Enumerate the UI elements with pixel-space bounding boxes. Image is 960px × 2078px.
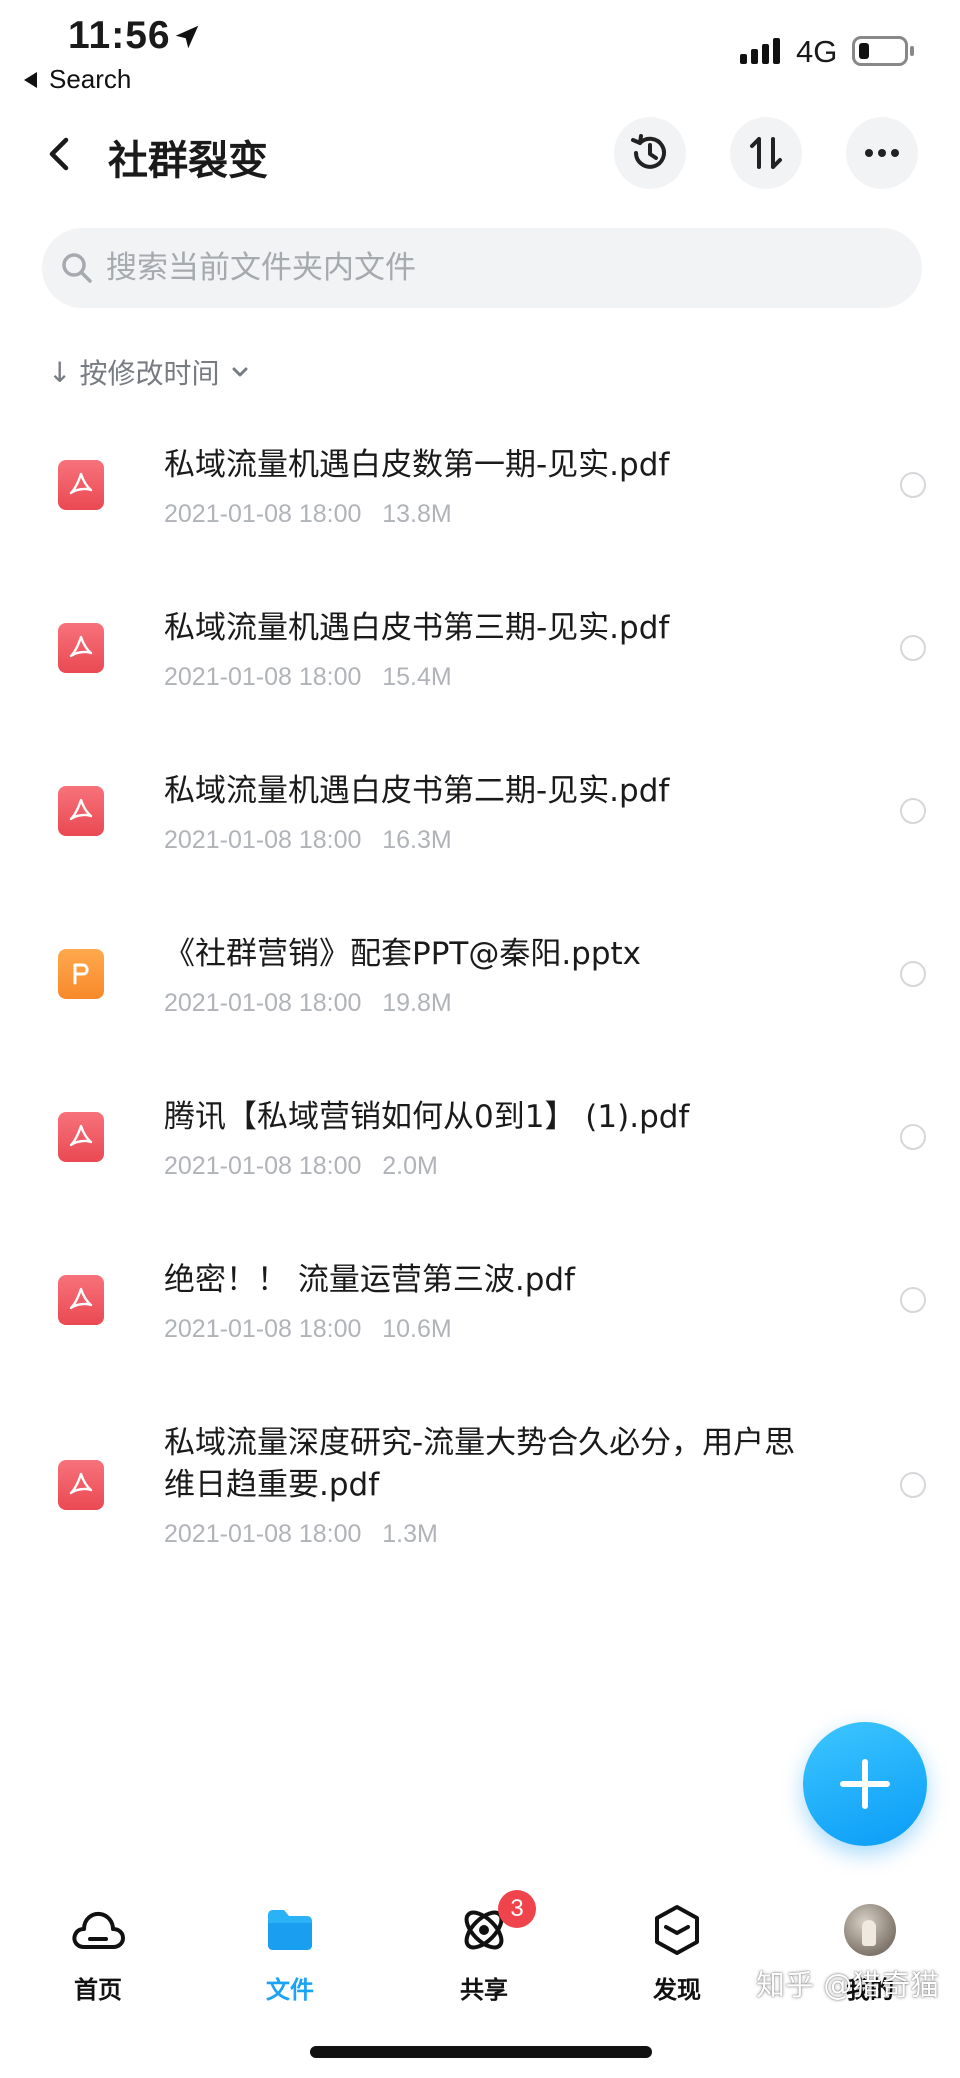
pdf-file-icon [58, 1275, 104, 1325]
page-title: 社群裂变 [108, 138, 268, 184]
file-name: 私域流量深度研究-流量大势合久必分，用户思维日趋重要.pdf [164, 1425, 796, 1503]
sort-toggle-button[interactable] [730, 117, 802, 189]
tab-home-label: 首页 [74, 1976, 122, 2004]
discover-hexagon-icon [647, 1900, 707, 1960]
file-row[interactable]: 《社群营销》配套PPT@秦阳.pptx 2021-01-08 18:00 19.… [0, 899, 960, 1049]
plus-icon [840, 1759, 890, 1809]
share-badge: 3 [498, 1890, 536, 1928]
share-orbit-icon: 3 [454, 1890, 536, 1960]
file-row[interactable]: 私域流量机遇白皮书第三期-见实.pdf 2021-01-08 18:00 15.… [0, 573, 960, 723]
network-type: 4G [796, 34, 838, 69]
folder-icon [260, 1900, 320, 1960]
file-name: 腾讯【私域营销如何从0到1】 (1).pdf [164, 1099, 690, 1135]
more-dots-icon [865, 149, 899, 157]
sort-label: 按修改时间 [79, 357, 220, 390]
file-name: 绝密！！ 流量运营第三波.pdf [164, 1262, 575, 1298]
file-date: 2021-01-08 18:00 [164, 663, 362, 691]
search-input[interactable] [106, 250, 886, 286]
pdf-file-icon [58, 1460, 104, 1510]
back-to-search-link[interactable]: Search [24, 64, 131, 95]
file-meta: 2021-01-08 18:00 10.6M [164, 1315, 452, 1344]
watermark: 知乎 @猎奇猫 [756, 1968, 940, 2002]
pdf-file-icon [58, 623, 104, 673]
select-circle[interactable] [900, 961, 926, 987]
file-name: 私域流量机遇白皮书第三期-见实.pdf [164, 610, 670, 646]
file-size: 2.0M [382, 1152, 438, 1180]
file-meta: 2021-01-08 18:00 19.8M [164, 989, 452, 1018]
sort-arrows-icon [750, 137, 782, 169]
file-date: 2021-01-08 18:00 [164, 989, 362, 1017]
search-icon [52, 243, 102, 293]
tab-files[interactable]: 文件 [230, 1900, 350, 2005]
file-row[interactable]: 私域流量深度研究-流量大势合久必分，用户思维日趋重要.pdf 2021-01-0… [0, 1388, 960, 1578]
file-date: 2021-01-08 18:00 [164, 1520, 362, 1548]
pdf-file-icon [58, 460, 104, 510]
file-row[interactable]: 绝密！！ 流量运营第三波.pdf 2021-01-08 18:00 10.6M [0, 1225, 960, 1375]
select-circle[interactable] [900, 1287, 926, 1313]
sort-direction-icon: ↓ [48, 355, 72, 389]
file-size: 13.8M [382, 500, 452, 528]
add-button[interactable] [803, 1722, 927, 1846]
file-date: 2021-01-08 18:00 [164, 826, 362, 854]
file-date: 2021-01-08 18:00 [164, 1315, 362, 1343]
back-chevron-icon[interactable] [40, 134, 80, 174]
file-meta: 2021-01-08 18:00 13.8M [164, 500, 452, 529]
file-meta: 2021-01-08 18:00 1.3M [164, 1520, 438, 1549]
file-size: 16.3M [382, 826, 452, 854]
tab-discover-label: 发现 [653, 1976, 701, 2004]
file-name: 私域流量机遇白皮数第一期-见实.pdf [164, 447, 670, 483]
signal-strength-icon [740, 38, 780, 64]
sort-dropdown[interactable]: ↓ 按修改时间 [48, 352, 251, 392]
history-button[interactable] [614, 117, 686, 189]
avatar [844, 1904, 896, 1956]
tab-discover[interactable]: 发现 [617, 1900, 737, 2005]
file-date: 2021-01-08 18:00 [164, 1152, 362, 1180]
file-meta: 2021-01-08 18:00 2.0M [164, 1152, 438, 1181]
file-name: 《社群营销》配套PPT@秦阳.pptx [164, 936, 642, 972]
select-circle[interactable] [900, 635, 926, 661]
file-size: 1.3M [382, 1520, 438, 1548]
ppt-file-icon [58, 949, 104, 999]
home-indicator [310, 2046, 652, 2058]
file-size: 19.8M [382, 989, 452, 1017]
file-row[interactable]: 私域流量机遇白皮书第二期-见实.pdf 2021-01-08 18:00 16.… [0, 736, 960, 886]
file-name: 私域流量机遇白皮书第二期-见实.pdf [164, 773, 670, 809]
select-circle[interactable] [900, 1124, 926, 1150]
more-options-button[interactable] [846, 117, 918, 189]
tab-files-label: 文件 [266, 1976, 314, 2004]
battery-icon [852, 36, 914, 66]
chevron-down-icon [232, 367, 248, 377]
file-size: 10.6M [382, 1315, 452, 1343]
select-circle[interactable] [900, 798, 926, 824]
tab-share[interactable]: 3 共享 [424, 1890, 544, 2005]
cloud-icon [68, 1900, 128, 1960]
tab-share-label: 共享 [460, 1976, 508, 2004]
select-circle[interactable] [900, 472, 926, 498]
tab-home[interactable]: 首页 [38, 1900, 158, 2005]
location-arrow-icon [175, 25, 199, 49]
file-row[interactable]: 腾讯【私域营销如何从0到1】 (1).pdf 2021-01-08 18:00 … [0, 1062, 960, 1212]
file-meta: 2021-01-08 18:00 15.4M [164, 663, 452, 692]
file-meta: 2021-01-08 18:00 16.3M [164, 826, 452, 855]
file-row[interactable]: 私域流量机遇白皮数第一期-见实.pdf 2021-01-08 18:00 13.… [0, 410, 960, 560]
status-time: 11:56 [68, 14, 171, 57]
pdf-file-icon [58, 1112, 104, 1162]
back-triangle-icon [24, 71, 37, 88]
pdf-file-icon [58, 786, 104, 836]
avatar-wrap [840, 1900, 900, 1960]
file-date: 2021-01-08 18:00 [164, 500, 362, 528]
select-circle[interactable] [900, 1472, 926, 1498]
search-bar[interactable] [42, 228, 922, 308]
back-to-search-label: Search [49, 64, 132, 94]
file-size: 15.4M [382, 663, 452, 691]
history-icon [631, 134, 666, 169]
